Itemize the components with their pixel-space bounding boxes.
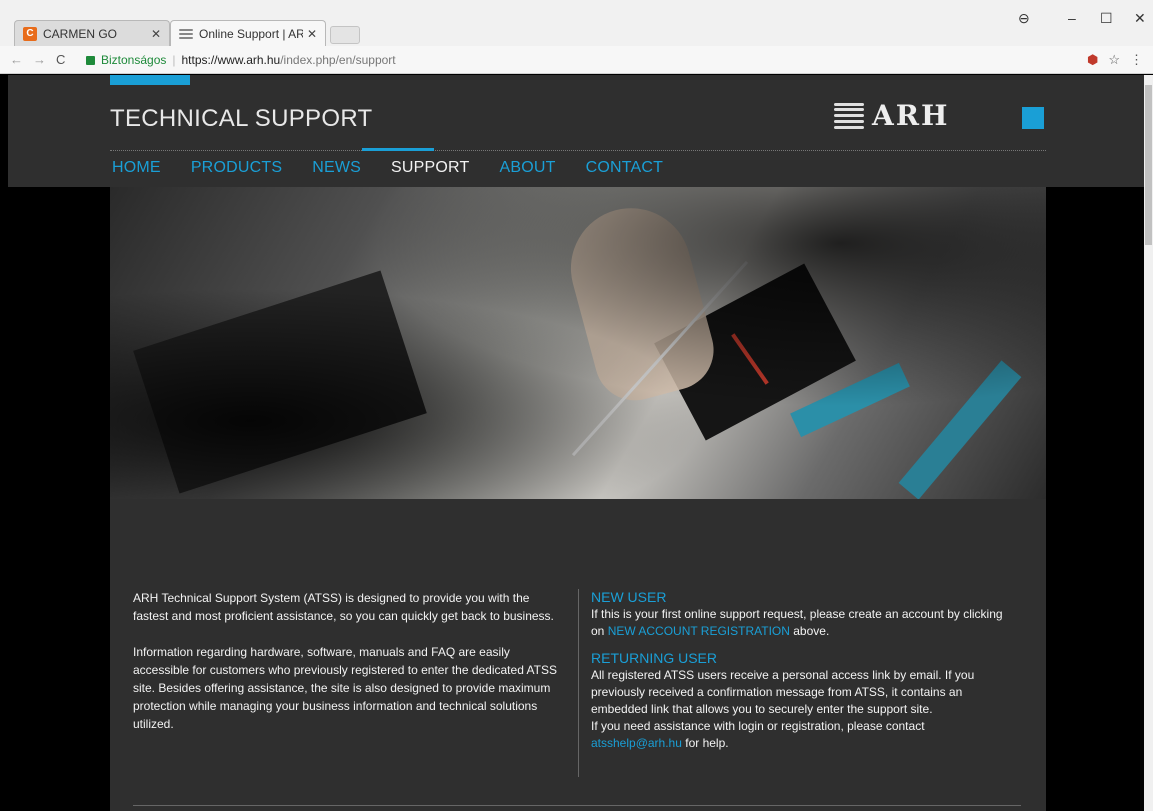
nav-products[interactable]: PRODUCTS xyxy=(191,159,282,177)
intro-column: ARH Technical Support System (ATSS) is d… xyxy=(133,589,563,751)
main-nav: HOME PRODUCTS NEWS SUPPORT ABOUT CONTACT xyxy=(112,159,693,177)
info-paragraph: Information regarding hardware, software… xyxy=(133,645,557,731)
window-close-icon[interactable]: ✕ xyxy=(1134,10,1146,27)
intro-paragraph: ARH Technical Support System (ATSS) is d… xyxy=(133,591,554,623)
returning-user-text: All registered ATSS users receive a pers… xyxy=(591,668,975,716)
url-text: https://www.arh.hu/index.php/en/support xyxy=(182,53,396,67)
browser-tabstrip: C CARMEN GO ✕ Online Support | ARH Inc ✕… xyxy=(0,0,1153,46)
active-nav-indicator xyxy=(362,148,434,151)
forward-arrow-icon[interactable]: → xyxy=(33,52,46,67)
arh-favicon-icon xyxy=(179,27,193,41)
arh-logo[interactable]: ARH xyxy=(834,99,949,132)
address-bar[interactable]: Biztonságos | https://www.arh.hu/index.p… xyxy=(86,50,1086,70)
browser-tab-carmen[interactable]: C CARMEN GO ✕ xyxy=(14,20,170,46)
help-text-after: for help. xyxy=(681,736,729,750)
address-separator: | xyxy=(172,53,176,67)
site-header: TECHNICAL SUPPORT ARH HOME PRODUCTS NEWS… xyxy=(8,75,1144,187)
profile-icon[interactable]: ⊖ xyxy=(1018,10,1030,27)
page-scrollbar[interactable] xyxy=(1144,75,1153,811)
extension-icon[interactable]: ⬢ xyxy=(1087,52,1098,68)
header-accent-bar xyxy=(110,75,190,85)
new-account-registration-link[interactable]: NEW ACCOUNT REGISTRATION xyxy=(608,624,790,638)
browser-tab-arh-support[interactable]: Online Support | ARH Inc ✕ xyxy=(170,20,326,46)
minimize-icon[interactable]: – xyxy=(1068,10,1076,26)
new-user-text-after: above. xyxy=(789,624,830,638)
browser-toolbar: ← → C Biztonságos | https://www.arh.hu/i… xyxy=(0,46,1153,74)
new-user-heading: NEW USER xyxy=(591,589,667,605)
user-column: NEW USER If this is your first online su… xyxy=(591,589,1011,752)
hero-image xyxy=(110,187,1046,499)
new-user-text: If this is your first online support req… xyxy=(591,606,1011,640)
column-divider xyxy=(578,589,579,777)
nav-news[interactable]: NEWS xyxy=(312,159,361,177)
maximize-icon[interactable]: ☐ xyxy=(1100,10,1113,27)
nav-support[interactable]: SUPPORT xyxy=(391,159,469,177)
header-divider xyxy=(110,150,1046,151)
tab-close-icon[interactable]: ✕ xyxy=(151,27,161,41)
nav-contact[interactable]: CONTACT xyxy=(586,159,664,177)
hero-shading xyxy=(110,187,1046,499)
tab-title: Online Support | ARH Inc xyxy=(199,26,303,41)
tab-close-icon[interactable]: ✕ xyxy=(307,27,317,41)
url-host: https://www.arh.hu xyxy=(181,53,281,67)
lock-icon xyxy=(86,55,95,65)
logo-text: ARH xyxy=(872,99,950,132)
brand-square xyxy=(1022,107,1044,129)
carmen-favicon-icon: C xyxy=(23,26,37,41)
nav-about[interactable]: ABOUT xyxy=(499,159,555,177)
page-title: TECHNICAL SUPPORT xyxy=(110,105,373,132)
scrollbar-thumb[interactable] xyxy=(1145,85,1152,245)
content-bottom-divider xyxy=(133,805,1021,806)
back-arrow-icon[interactable]: ← xyxy=(10,52,23,67)
nav-home[interactable]: HOME xyxy=(112,159,161,177)
page-viewport: TECHNICAL SUPPORT ARH HOME PRODUCTS NEWS… xyxy=(0,75,1144,811)
reload-icon[interactable]: C xyxy=(56,52,65,67)
help-email-link[interactable]: atsshelp@arh.hu xyxy=(591,736,682,750)
tab-title: CARMEN GO xyxy=(43,26,118,41)
returning-user-heading: RETURNING USER xyxy=(591,650,718,666)
help-text-before: If you need assistance with login or reg… xyxy=(591,719,925,733)
new-tab-button[interactable] xyxy=(330,26,360,44)
star-icon[interactable]: ☆ xyxy=(1108,52,1120,68)
support-content: ARH Technical Support System (ATSS) is d… xyxy=(110,499,1046,811)
url-path: /index.php/en/support xyxy=(280,53,396,67)
kebab-menu-icon[interactable]: ⋮ xyxy=(1130,52,1143,68)
help-text: If you need assistance with login or reg… xyxy=(591,718,1011,752)
secure-label: Biztonságos xyxy=(101,53,167,67)
arh-globe-icon xyxy=(834,101,864,131)
